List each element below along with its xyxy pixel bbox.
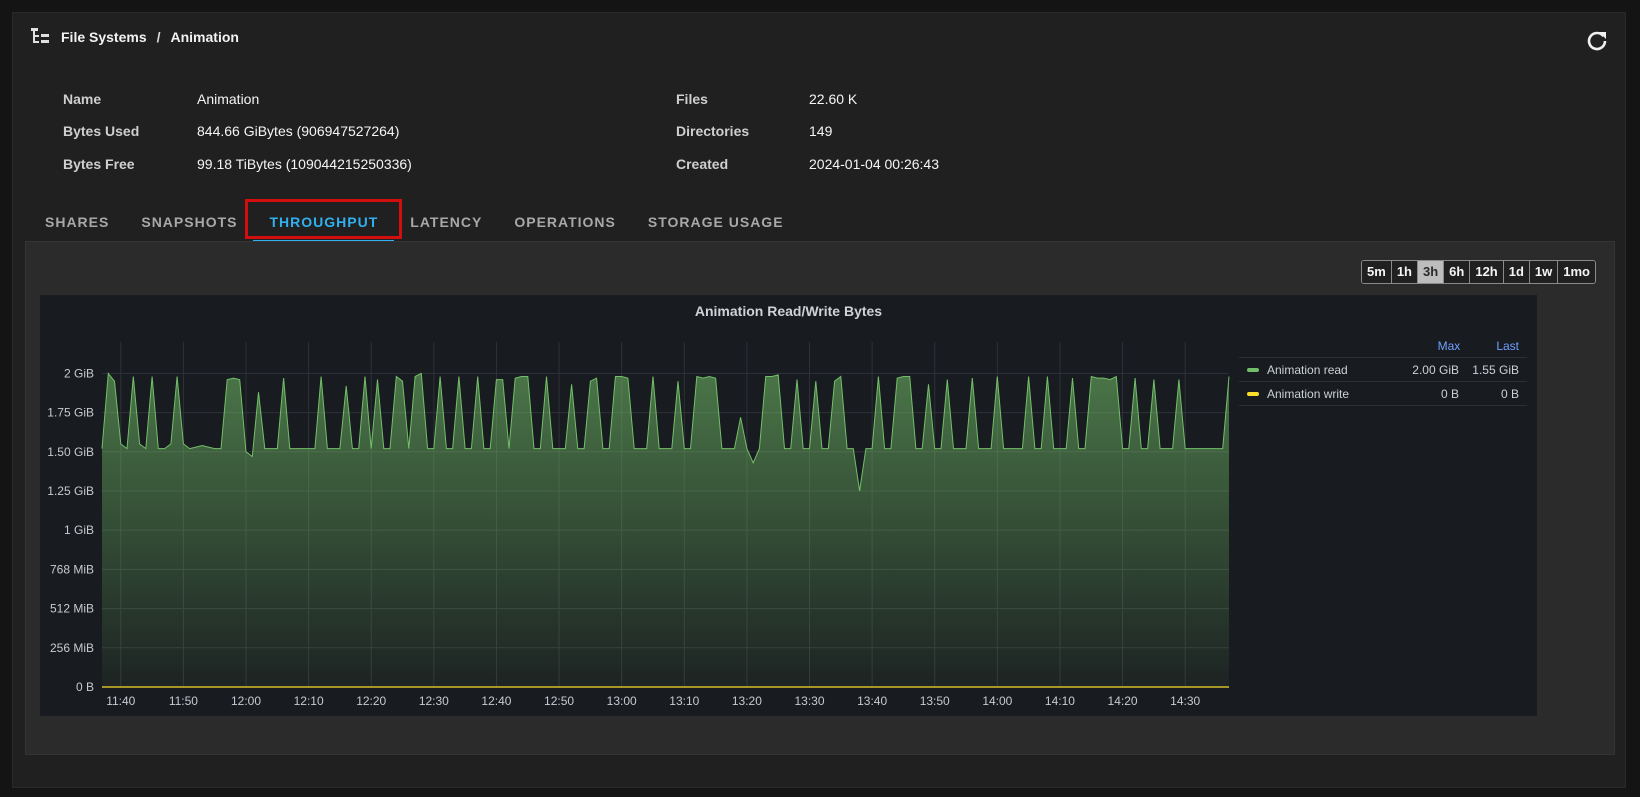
legend-last-header[interactable]: Last: [1496, 335, 1519, 357]
legend-swatch-write: [1247, 391, 1259, 396]
tree-structure-icon: [31, 28, 49, 43]
bytes-used-value: 844.66 GiBytes (906947527264): [197, 123, 400, 139]
x-tick-label: 12:00: [231, 694, 261, 708]
throughput-chart: Animation Read/Write Bytes 0 B 256 MiB 512…: [40, 295, 1537, 716]
x-tick-label: 14:30: [1170, 694, 1200, 708]
legend-last-read: 1.55 GiB: [1472, 362, 1519, 377]
y-tick-label: 2 GiB: [64, 366, 94, 380]
created-label: Created: [676, 156, 729, 172]
bytes-free-label: Bytes Free: [63, 156, 135, 172]
name-value: Animation: [197, 91, 260, 107]
legend-name-write: Animation write: [1267, 386, 1350, 401]
x-tick-label: 13:30: [794, 694, 824, 708]
file-system-detail-panel: File Systems / Animation Name Animation …: [12, 12, 1626, 788]
x-tick-label: 12:50: [544, 694, 574, 708]
x-tick-label: 14:20: [1108, 694, 1138, 708]
directories-label: Directories: [676, 123, 750, 139]
tab-snapshots[interactable]: SNAPSHOTS: [125, 203, 253, 241]
legend-row-read[interactable]: Animation read 2.00 GiB 1.55 GiB: [1239, 357, 1527, 381]
breadcrumb: File Systems / Animation: [61, 29, 239, 45]
y-tick-label: 1 GiB: [64, 523, 94, 537]
legend-max-header[interactable]: Max: [1438, 335, 1461, 357]
tab-shares[interactable]: SHARES: [29, 203, 125, 241]
range-1mo-button[interactable]: 1mo: [1558, 261, 1595, 283]
tab-bar: SHARES SNAPSHOTS THROUGHPUT LATENCY OPER…: [29, 199, 800, 243]
x-tick-label: 14:00: [982, 694, 1012, 708]
files-value: 22.60 K: [809, 91, 858, 107]
range-1w-button[interactable]: 1w: [1529, 261, 1559, 283]
range-3h-button[interactable]: 3h: [1418, 261, 1445, 283]
bytes-used-label: Bytes Used: [63, 123, 140, 139]
x-tick-label: 12:30: [419, 694, 449, 708]
breadcrumb-file-systems-link[interactable]: File Systems: [61, 29, 147, 45]
time-range-selector: 5m 1h 3h 6h 12h 1d 1w 1mo: [1361, 260, 1596, 284]
x-tick-label: 13:00: [607, 694, 637, 708]
range-1d-button[interactable]: 1d: [1503, 261, 1530, 283]
legend-max-read: 2.00 GiB: [1412, 362, 1459, 377]
x-tick-label: 12:10: [294, 694, 324, 708]
range-6h-button[interactable]: 6h: [1444, 261, 1471, 283]
x-tick-label: 13:20: [732, 694, 762, 708]
tab-throughput-label: THROUGHPUT: [269, 214, 379, 230]
range-1h-button[interactable]: 1h: [1391, 261, 1418, 283]
legend-name-read: Animation read: [1267, 362, 1348, 377]
tab-operations[interactable]: OPERATIONS: [498, 203, 632, 241]
y-tick-label: 0 B: [76, 680, 94, 694]
x-tick-label: 12:20: [356, 694, 386, 708]
x-tick-label: 11:50: [169, 694, 198, 708]
tab-storage-usage[interactable]: STORAGE USAGE: [632, 203, 800, 241]
file-system-details: Name Animation Files 22.60 K Bytes Used …: [63, 83, 1163, 193]
y-tick-label: 1.25 GiB: [47, 484, 94, 498]
breadcrumb-current: Animation: [170, 29, 239, 45]
y-tick-label: 1.50 GiB: [47, 445, 94, 459]
legend-max-write: 0 B: [1440, 386, 1459, 401]
x-tick-label: 14:10: [1045, 694, 1075, 708]
legend-swatch-read: [1247, 367, 1259, 372]
files-label: Files: [676, 91, 708, 107]
tab-latency[interactable]: LATENCY: [394, 203, 498, 241]
range-12h-button[interactable]: 12h: [1470, 261, 1504, 283]
x-tick-label: 11:40: [106, 694, 135, 708]
y-tick-label: 256 MiB: [50, 641, 94, 655]
breadcrumb-separator: /: [156, 29, 161, 45]
header-bar: File Systems / Animation: [13, 13, 1625, 69]
refresh-icon[interactable]: [1585, 29, 1609, 53]
range-5m-button[interactable]: 5m: [1362, 261, 1392, 283]
x-tick-label: 13:40: [857, 694, 887, 708]
legend-last-write: 0 B: [1500, 386, 1519, 401]
bytes-free-value: 99.18 TiBytes (109044215250336): [197, 156, 412, 172]
created-value: 2024-01-04 00:26:43: [809, 156, 939, 172]
x-tick-label: 12:40: [481, 694, 511, 708]
chart-legend: Max Last Animation read 2.00 GiB 1.55 Gi…: [1239, 335, 1527, 406]
y-tick-label: 1.75 GiB: [47, 406, 94, 420]
directories-value: 149: [809, 123, 833, 139]
y-tick-label: 512 MiB: [50, 602, 94, 616]
x-tick-label: 13:10: [669, 694, 699, 708]
x-tick-label: 13:50: [920, 694, 950, 708]
legend-row-write[interactable]: Animation write 0 B 0 B: [1239, 381, 1527, 406]
throughput-panel: 5m 1h 3h 6h 12h 1d 1w 1mo Animation Read…: [25, 241, 1615, 755]
y-tick-label: 768 MiB: [50, 562, 94, 576]
name-label: Name: [63, 91, 102, 107]
tab-throughput[interactable]: THROUGHPUT: [245, 199, 403, 242]
